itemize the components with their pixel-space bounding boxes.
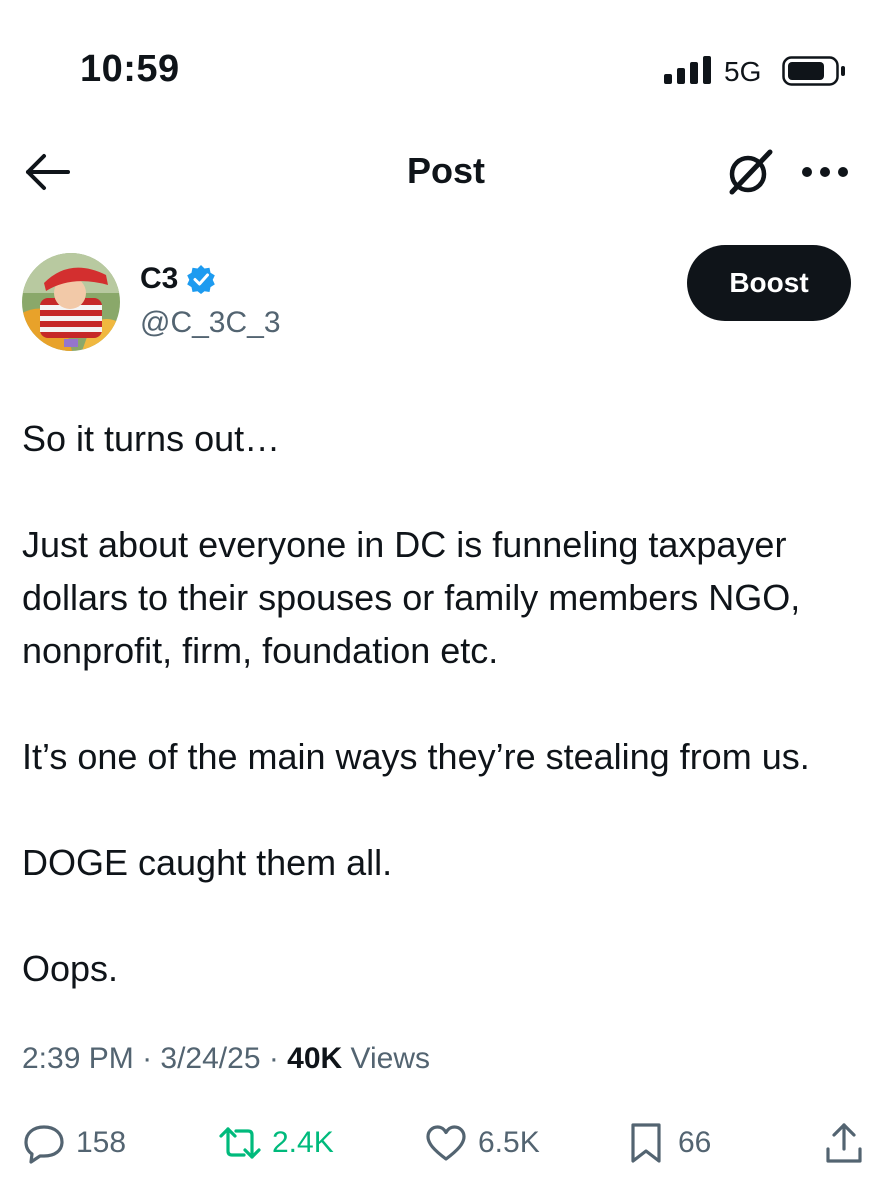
tweet-date: 3/24/25 <box>160 1042 261 1075</box>
tweet-paragraph: It’s one of the main ways they’re steali… <box>22 736 810 777</box>
repost-button[interactable]: 2.4K <box>218 1115 334 1171</box>
tweet-meta: 2:39 PM · 3/24/25 · 40K Views <box>22 1042 430 1076</box>
boost-button[interactable]: Boost <box>687 245 851 321</box>
tweet-paragraph: Oops. <box>22 948 119 989</box>
views-count[interactable]: 40K <box>287 1042 342 1075</box>
status-bar: 10:59 5G <box>0 0 892 110</box>
network-type: 5G <box>724 56 762 87</box>
views-label: Views <box>342 1042 431 1075</box>
author-handle[interactable]: @C_3C_3 <box>140 306 281 340</box>
tweet-paragraph: Just about everyone in DC is funneling t… <box>22 524 801 671</box>
like-count: 6.5K <box>478 1126 540 1159</box>
share-icon <box>826 1123 862 1163</box>
reply-count: 158 <box>76 1126 127 1159</box>
avatar[interactable] <box>22 253 120 351</box>
like-button[interactable]: 6.5K <box>424 1115 540 1171</box>
author-display-name[interactable]: C3 <box>140 262 178 296</box>
tweet-paragraph: DOGE caught them all. <box>22 842 393 883</box>
tweet-time: 2:39 PM <box>22 1042 134 1075</box>
bookmark-icon <box>631 1123 661 1163</box>
like-icon <box>426 1125 466 1161</box>
reply-icon <box>24 1125 64 1164</box>
tweet-paragraph: So it turns out… <box>22 418 281 459</box>
tweet-text: So it turns out… Just about everyone in … <box>22 412 872 995</box>
verified-badge-icon <box>187 265 216 294</box>
share-button[interactable] <box>822 1115 866 1171</box>
author-name-row: C3 <box>140 262 216 296</box>
repost-count: 2.4K <box>272 1126 334 1159</box>
more-icon[interactable] <box>798 152 852 192</box>
grok-icon[interactable] <box>722 144 778 200</box>
bookmark-button[interactable]: 66 <box>624 1115 711 1171</box>
repost-icon <box>219 1127 261 1159</box>
meta-separator: · <box>260 1042 288 1075</box>
battery-icon <box>782 56 845 86</box>
bookmark-count: 66 <box>678 1126 712 1159</box>
meta-separator: · <box>133 1042 161 1075</box>
signal-bars-icon <box>664 56 711 84</box>
status-time: 10:59 <box>80 48 180 90</box>
action-bar: 158 2.4K 6.5K 66 <box>0 1115 892 1175</box>
reply-button[interactable]: 158 <box>22 1115 126 1171</box>
post-header: Post <box>0 130 892 210</box>
